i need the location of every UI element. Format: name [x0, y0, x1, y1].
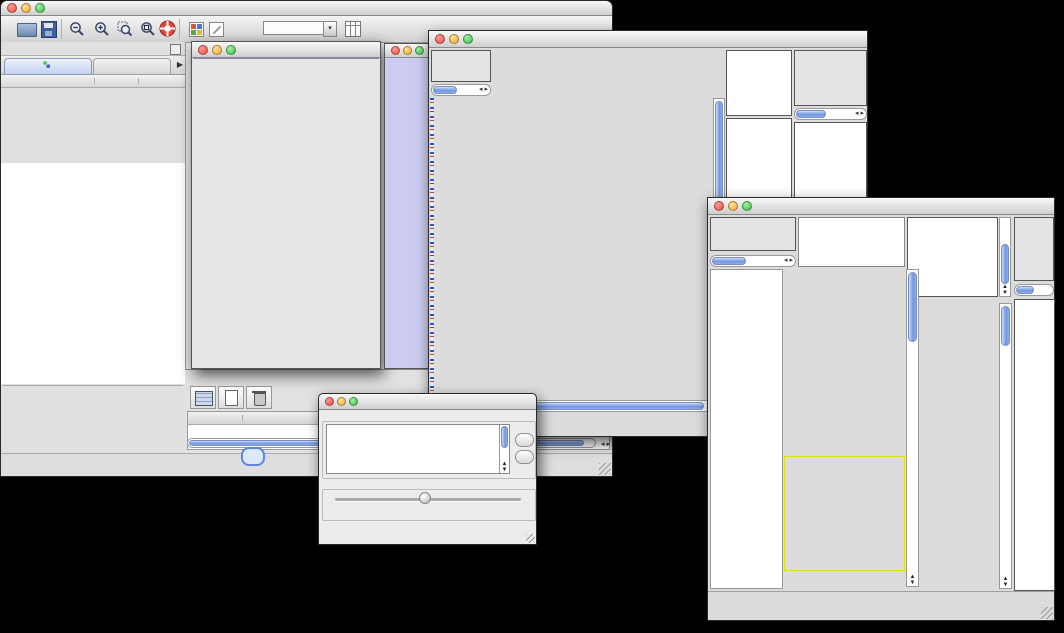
zoom-fit-icon[interactable] — [140, 21, 156, 37]
zoom-window-icon[interactable] — [35, 3, 45, 13]
column-labels-panel — [726, 50, 792, 116]
speed-slider-thumb[interactable] — [419, 492, 431, 504]
treeview2-resize-grip[interactable] — [1041, 607, 1053, 619]
dense-network-canvas[interactable] — [391, 96, 429, 362]
new-attribute-icon[interactable] — [218, 386, 244, 409]
heatmap-canvas[interactable] — [491, 98, 712, 396]
zoomed-heatmap[interactable] — [921, 303, 997, 589]
view-status-panel — [431, 50, 491, 82]
zoom-window-icon[interactable] — [742, 201, 752, 211]
view-status-scrollbar[interactable]: ◂ ▸ — [431, 84, 491, 96]
zoom-out-icon[interactable] — [69, 21, 85, 37]
row-annotation-strip — [430, 98, 434, 396]
network-overview-thumbnail[interactable] — [3, 385, 183, 454]
zoom-in-icon[interactable] — [94, 21, 110, 37]
window-controls[interactable] — [7, 3, 45, 13]
network-canvas[interactable] — [193, 58, 379, 369]
row-dendrogram[interactable] — [435, 98, 491, 396]
search-dropdown-icon[interactable]: ▾ — [323, 21, 337, 37]
network-view-window-2 — [384, 43, 430, 369]
main-title-bar[interactable] — [1, 1, 612, 16]
selection-rect — [784, 456, 905, 571]
mini-heatmap[interactable] — [730, 120, 782, 176]
move-up-button[interactable] — [515, 433, 534, 447]
minimize-icon[interactable] — [337, 397, 346, 406]
treeview1-title-bar[interactable] — [429, 31, 867, 48]
close-icon[interactable] — [325, 397, 334, 406]
annotation-icon[interactable] — [209, 22, 224, 37]
column-dendrogram[interactable] — [491, 50, 712, 96]
column-labels-vscrollbar[interactable]: ▲▼ — [999, 217, 1011, 297]
tab-overflow-icon[interactable]: ▶ — [177, 60, 183, 69]
network-tab-icon — [43, 61, 50, 68]
gene-labels-panel — [1014, 299, 1055, 591]
attribute-list-vscrollbar[interactable]: ▲▼ — [499, 425, 509, 473]
close-icon[interactable] — [714, 201, 724, 211]
dialog-title-bar[interactable] — [319, 394, 536, 410]
tab-vizmapper[interactable] — [93, 58, 171, 75]
search-input[interactable] — [263, 21, 325, 35]
column-dendrogram-area — [798, 217, 905, 267]
minimize-icon[interactable] — [449, 34, 459, 44]
usage-hints-panel — [794, 50, 867, 106]
main-resize-grip[interactable] — [599, 463, 611, 475]
save-session-icon[interactable] — [41, 21, 57, 38]
zoomed-heatmap-vscrollbar[interactable]: ▲▼ — [999, 303, 1012, 589]
zoom-window-icon[interactable] — [226, 45, 236, 55]
zoom-window-icon[interactable] — [349, 397, 358, 406]
dialog-button-bar — [319, 522, 536, 542]
zoom-window-icon[interactable] — [463, 34, 473, 44]
open-session-icon[interactable] — [17, 23, 37, 37]
attribute-table-icon[interactable] — [345, 21, 361, 37]
network-window-title-bar[interactable] — [192, 42, 380, 58]
usage-hints-panel — [1014, 217, 1054, 281]
desktop: ▾ ▶ — [0, 0, 1064, 633]
column-labels-panel — [907, 217, 998, 297]
minimize-icon[interactable] — [21, 3, 31, 13]
zoom-window-icon[interactable] — [415, 46, 424, 55]
row-dendrogram[interactable] — [710, 269, 783, 589]
network-view-window — [191, 41, 381, 369]
float-panel-icon[interactable] — [170, 44, 181, 55]
usage-hints-scrollbar[interactable]: ◂ ▸ — [794, 108, 867, 120]
cytopanel-grid-icon[interactable] — [189, 22, 204, 37]
usage-hints-scrollbar[interactable] — [1014, 284, 1054, 296]
close-icon[interactable] — [7, 3, 17, 13]
global-heatmap-vscrollbar[interactable]: ▲▼ — [906, 269, 919, 587]
treeview-combined-window: ◂ ▸ ▲▼ ▲▼ ▲▼ — [707, 197, 1055, 621]
view-status-scrollbar[interactable]: ◂ ▸ — [710, 255, 796, 267]
zoom-selected-icon[interactable] — [117, 21, 133, 37]
control-panel: ▶ — [1, 42, 186, 454]
hscroll-arrows[interactable]: ◂ ▸ — [601, 440, 610, 448]
treeview2-button-bar — [708, 591, 1054, 620]
help-ring-icon[interactable] — [159, 20, 176, 37]
view-status-panel — [710, 217, 796, 251]
move-down-button[interactable] — [515, 450, 534, 464]
node-attribute-browser-tab[interactable] — [241, 447, 265, 466]
close-icon[interactable] — [391, 46, 400, 55]
close-icon[interactable] — [435, 34, 445, 44]
minimize-icon[interactable] — [403, 46, 412, 55]
attribute-list[interactable]: ▲▼ — [326, 424, 510, 474]
close-icon[interactable] — [198, 45, 208, 55]
dialog-resize-grip[interactable] — [526, 534, 535, 543]
minimize-icon[interactable] — [212, 45, 222, 55]
tab-network[interactable] — [4, 58, 92, 75]
delete-attribute-icon[interactable] — [246, 386, 272, 409]
table-view-icon[interactable] — [190, 386, 216, 409]
minimize-icon[interactable] — [728, 201, 738, 211]
map-colors-dialog: ▲▼ — [318, 393, 537, 545]
treeview2-title-bar[interactable] — [708, 198, 1054, 215]
